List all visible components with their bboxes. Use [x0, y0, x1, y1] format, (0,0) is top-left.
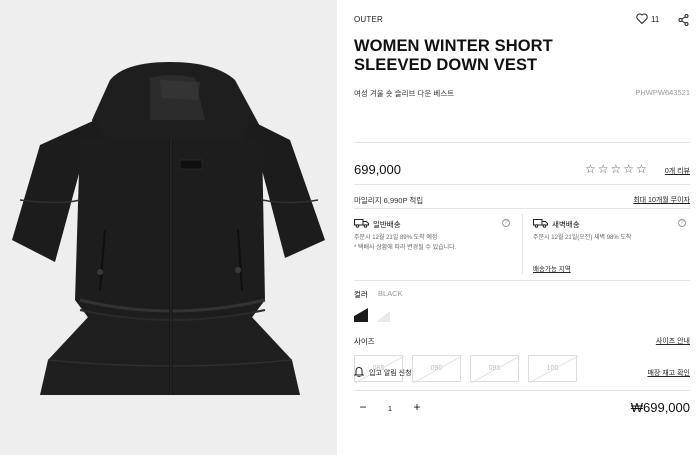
help-icon[interactable]: ? [502, 219, 510, 227]
truck-icon [354, 218, 369, 230]
star-icon: ☆ [610, 162, 622, 176]
standard-shipping-note: * 택배사 상황에 따라 변경될 수 있습니다. [354, 245, 457, 251]
divider [354, 280, 690, 281]
down-vest-illustration [12, 62, 325, 395]
share-icon [678, 13, 689, 30]
product-title-line2: SLEEVED DOWN VEST [354, 56, 538, 74]
wishlist-button[interactable]: 11 [636, 13, 659, 26]
star-icon: ☆ [585, 162, 596, 176]
star-icon: ☆ [597, 162, 609, 176]
bell-icon [353, 366, 365, 379]
wishlist-count: 11 [651, 15, 660, 24]
divider [354, 208, 690, 209]
total-price: ₩699,000 [630, 400, 690, 415]
shipping-info: 일반배송 주문시 12월 21일 89% 도착 예정 * 택배사 상황에 따라 … [354, 214, 690, 274]
delivery-truck-icon [533, 218, 548, 230]
dawn-shipping: 새벽배송 주문시 12월 21일(오전) 새벽 98% 도착 배송가능 지역 ? [522, 214, 690, 274]
star-icon: ☆ [623, 162, 635, 176]
size-option-095[interactable]: 095 [470, 355, 520, 383]
size-label: 사이즈 [354, 337, 375, 346]
help-icon[interactable]: ? [678, 219, 686, 227]
product-image[interactable] [0, 0, 337, 455]
size-option-100[interactable]: 100 [528, 355, 578, 383]
product-title: WOMEN WINTER SHORT SLEEVED DOWN VEST [354, 37, 654, 75]
divider [354, 390, 690, 391]
delivery-area-link[interactable]: 배송가능 지역 [533, 263, 571, 273]
restock-alert-label: 입고 알림 신청 [369, 369, 412, 377]
size-guide-link[interactable]: 사이즈 안내 [656, 336, 690, 346]
heart-icon [636, 13, 648, 26]
star-icon: ☆ [636, 162, 647, 176]
color-label: 컬러 [354, 290, 368, 299]
product-price: 699,000 [354, 162, 401, 177]
product-detail-panel: OUTER 11 WOMEN WINTER SHORT SLEEVED DOWN… [353, 0, 690, 455]
quantity-stepper: − 1 + [354, 399, 426, 417]
product-category[interactable]: OUTER [354, 15, 383, 24]
share-button[interactable] [678, 13, 689, 31]
restock-alert-button[interactable]: 입고 알림 신청 [353, 366, 412, 379]
rating-stars: ☆ ☆ ☆ ☆ ☆ [585, 162, 647, 176]
mileage-info: 마일리지 6,990P 적립 [354, 196, 424, 205]
dawn-shipping-title: 새벽배송 [552, 219, 580, 229]
selected-color: BLACK [378, 289, 403, 298]
reviews-link[interactable]: 0개 리뷰 [665, 166, 690, 176]
quantity-increase-button[interactable]: + [408, 399, 426, 417]
quantity-value[interactable]: 1 [372, 404, 408, 413]
standard-shipping: 일반배송 주문시 12월 21일 89% 도착 예정 * 택배사 상황에 따라 … [354, 214, 514, 274]
standard-shipping-title: 일반배송 [373, 219, 401, 229]
product-title-line1: WOMEN WINTER SHORT [354, 37, 553, 55]
product-sku: PHWPW643521 [635, 88, 690, 97]
store-stock-link[interactable]: 매장 재고 확인 [647, 368, 690, 378]
dawn-shipping-eta: 주문시 12월 21일(오전) 새벽 98% 도착 [533, 235, 632, 241]
divider [354, 184, 690, 185]
product-subtitle: 여성 겨울 숏 슬리브 다운 베스트 [354, 89, 455, 98]
quantity-decrease-button[interactable]: − [354, 399, 372, 417]
color-swatch-black[interactable] [354, 308, 368, 322]
divider [354, 142, 690, 143]
size-option-090[interactable]: 090 [412, 355, 462, 383]
color-swatch-white[interactable] [376, 308, 390, 322]
standard-shipping-eta: 주문시 12월 21일 89% 도착 예정 [354, 235, 438, 241]
installment-link[interactable]: 최대 10개월 무이자 [633, 195, 690, 205]
